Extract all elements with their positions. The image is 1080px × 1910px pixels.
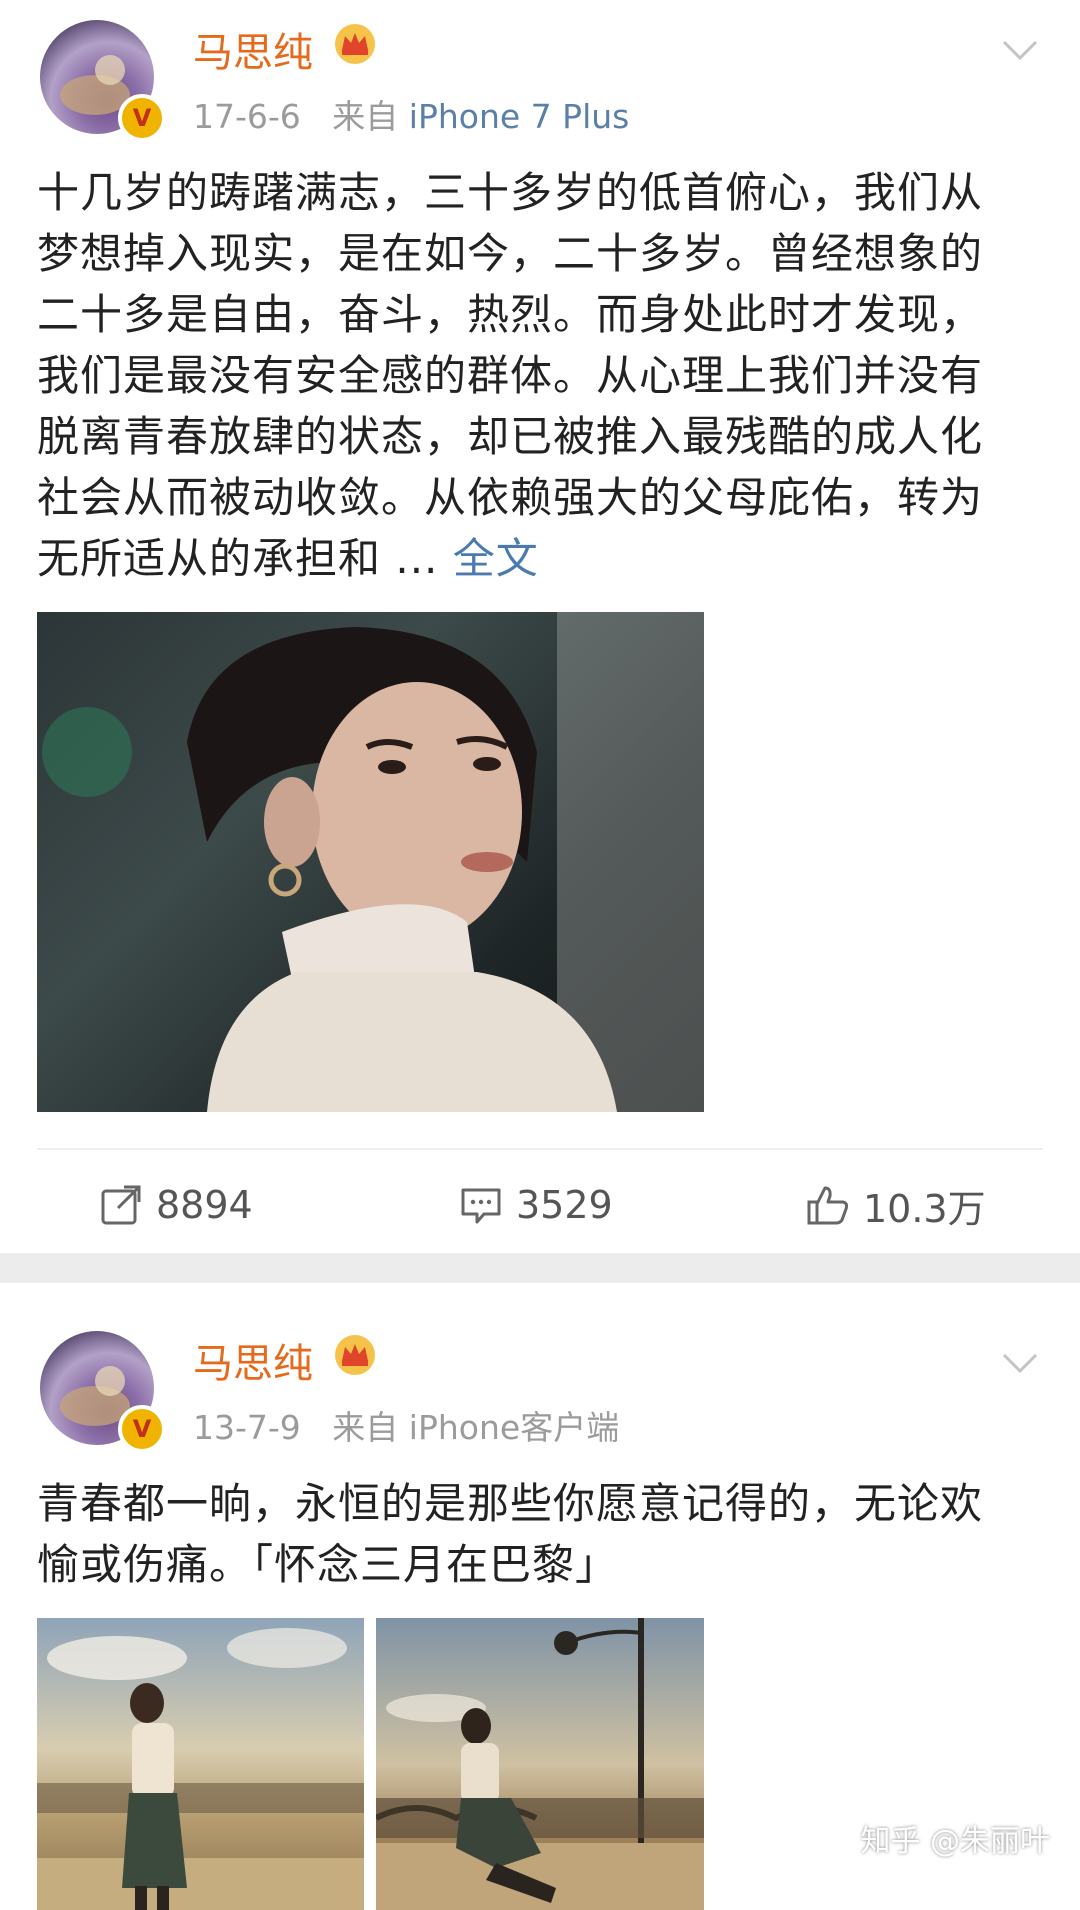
thumbs-up-icon — [807, 1186, 849, 1225]
crown-icon — [335, 24, 375, 64]
post-date: 17-6-6 — [193, 97, 301, 136]
post-meta: 13-7-9 来自 iPhone客户端 — [193, 1401, 619, 1449]
post-separator — [0, 1253, 1080, 1283]
post-text-tail: 无所适从的承担和 ... — [37, 534, 439, 583]
post-meta: 17-6-6 来自 iPhone 7 Plus — [193, 90, 629, 138]
weibo-post-2: V 马思纯 13-7-9 来自 iPhone客户端 青春都一晌，永恒的是那些你愿… — [0, 1283, 1080, 1910]
post-text-line: 青春都一晌，永恒的是那些你愿意记得的，无论欢 — [37, 1479, 984, 1528]
post-text-line: 无所适从的承担和 ... 全文 — [37, 528, 1047, 589]
chevron-down-icon[interactable] — [998, 1341, 1042, 1385]
portrait-image — [42, 612, 704, 1112]
post-text-line: 梦想掉入现实，是在如今，二十多岁。曾经想象的 — [37, 229, 984, 278]
post-text-line: 脱离青春放肆的状态，却已被推入最残酷的成人化 — [37, 412, 984, 461]
post-photo[interactable] — [37, 612, 704, 1112]
post-photo-2[interactable] — [376, 1618, 704, 1910]
full-text-link[interactable]: 全文 — [453, 534, 539, 583]
repost-icon — [101, 1185, 141, 1225]
weibo-post-1: V 马思纯 17-6-6 来自 iPhone 7 Plus 十几岁的踌躇满志，三… — [0, 0, 1080, 1253]
source-label: 来自 — [332, 97, 399, 136]
crown-icon — [335, 1335, 375, 1375]
verified-v-badge-icon: V — [118, 94, 166, 142]
watermark: 知乎 @朱丽叶 — [860, 1824, 1050, 1859]
divider — [37, 1148, 1043, 1150]
post-date: 13-7-9 — [193, 1408, 301, 1447]
source-device-link[interactable]: iPhone 7 Plus — [409, 97, 630, 136]
comment-button[interactable]: 3529 — [458, 1180, 613, 1230]
post-text: 青春都一晌，永恒的是那些你愿意记得的，无论欢 愉或伤痛。「怀念三月在巴黎」 — [37, 1473, 1047, 1595]
post-text-line: 二十多是自由，奋斗，热烈。而身处此时才发现， — [37, 290, 984, 339]
post-text-line: 愉或伤痛。「怀念三月在巴黎」 — [37, 1540, 619, 1589]
post-text-line: 我们是最没有安全感的群体。从心理上我们并没有 — [37, 351, 984, 400]
like-button[interactable]: 10.3万 — [805, 1180, 986, 1231]
post-text-line: 社会从而被动收敛。从依赖强大的父母庇佑，转为 — [37, 473, 984, 522]
username[interactable]: 马思纯 — [193, 20, 313, 78]
repost-button[interactable]: 8894 — [98, 1180, 253, 1230]
chevron-down-icon[interactable] — [998, 28, 1042, 72]
source-device-link[interactable]: iPhone客户端 — [409, 1408, 619, 1447]
paris-photo-2 — [376, 1618, 704, 1910]
username[interactable]: 马思纯 — [193, 1331, 313, 1389]
paris-photo-1 — [37, 1628, 364, 1910]
verified-v-badge-icon: V — [118, 1405, 166, 1453]
repost-count: 8894 — [156, 1183, 253, 1227]
comment-count: 3529 — [516, 1183, 613, 1227]
like-count: 10.3万 — [863, 1186, 986, 1231]
comment-icon — [461, 1188, 501, 1224]
source-label: 来自 — [332, 1408, 399, 1447]
post-photo-1[interactable] — [37, 1618, 364, 1910]
post-text: 十几岁的踌躇满志，三十多岁的低首俯心，我们从 梦想掉入现实，是在如今，二十多岁。… — [37, 162, 1047, 589]
post-text-line: 十几岁的踌躇满志，三十多岁的低首俯心，我们从 — [37, 168, 984, 217]
